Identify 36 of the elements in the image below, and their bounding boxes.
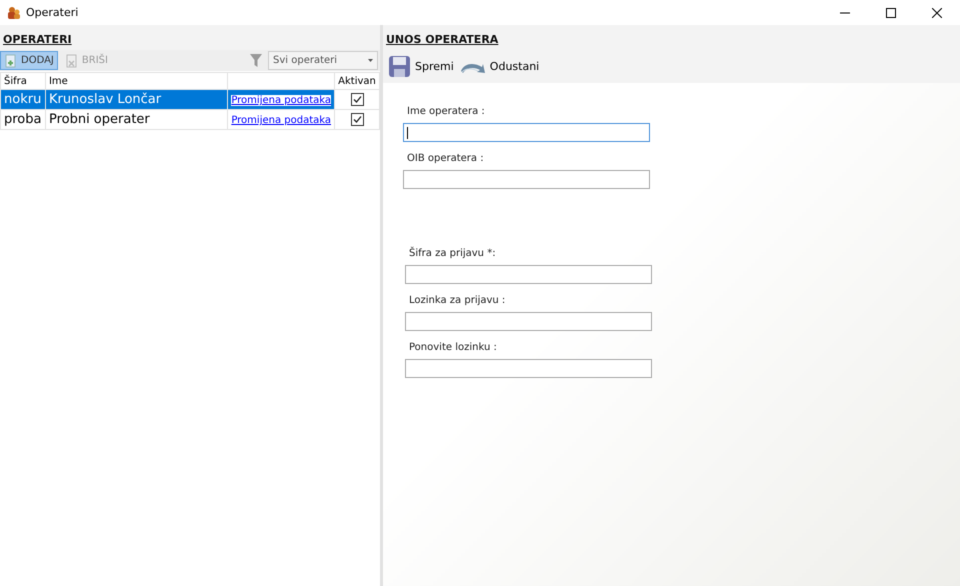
window-title: Operateri bbox=[26, 6, 78, 19]
table-row[interactable]: nokru Krunoslav Lončar Promijena podataka bbox=[0, 90, 380, 110]
table-cell: nokru bbox=[0, 90, 46, 110]
column-header: Ime bbox=[45, 72, 228, 90]
field-label: Lozinka za prijavu : bbox=[408, 294, 506, 308]
table-cell: Probni operater bbox=[45, 110, 228, 130]
input-field[interactable] bbox=[403, 123, 650, 142]
field-label: OIB operatera : bbox=[406, 152, 485, 166]
checkbox[interactable] bbox=[350, 93, 364, 106]
table-row[interactable]: proba Probni operater Promijena podataka bbox=[0, 110, 380, 130]
column-header: Aktivan bbox=[334, 72, 380, 90]
filter-dropdown[interactable]: Svi operateri bbox=[268, 51, 378, 70]
maximize-icon[interactable] bbox=[886, 8, 896, 18]
toolbar-button[interactable]: Spremi bbox=[388, 55, 454, 78]
document-plus-icon bbox=[4, 54, 17, 68]
checkbox[interactable] bbox=[350, 113, 364, 126]
close-icon[interactable] bbox=[932, 8, 942, 18]
caret-icon bbox=[368, 59, 373, 62]
column-header: Šifra bbox=[0, 72, 46, 90]
input-field[interactable] bbox=[405, 312, 652, 331]
panel-title: UNOS OPERATERA bbox=[386, 33, 498, 46]
table-cell: proba bbox=[0, 110, 46, 130]
input-field[interactable] bbox=[405, 359, 652, 378]
toolbar-button[interactable]: DODAJ bbox=[0, 51, 58, 70]
toolbar-button[interactable]: Odustani bbox=[458, 58, 540, 74]
document-cross-icon bbox=[64, 54, 78, 68]
app-icon bbox=[7, 6, 21, 20]
field-label: Ponovite lozinku : bbox=[408, 341, 498, 355]
input-field[interactable] bbox=[405, 265, 652, 284]
field-label: Ime operatera : bbox=[406, 105, 486, 119]
table-cell: Krunoslav Lončar bbox=[45, 90, 228, 110]
input-field[interactable] bbox=[403, 170, 650, 189]
panel-title: OPERATERI bbox=[3, 33, 72, 46]
filter-icon bbox=[250, 54, 262, 67]
field-label: Šifra za prijavu *: bbox=[408, 247, 497, 261]
edit-link[interactable]: Promijena podataka bbox=[231, 95, 332, 106]
